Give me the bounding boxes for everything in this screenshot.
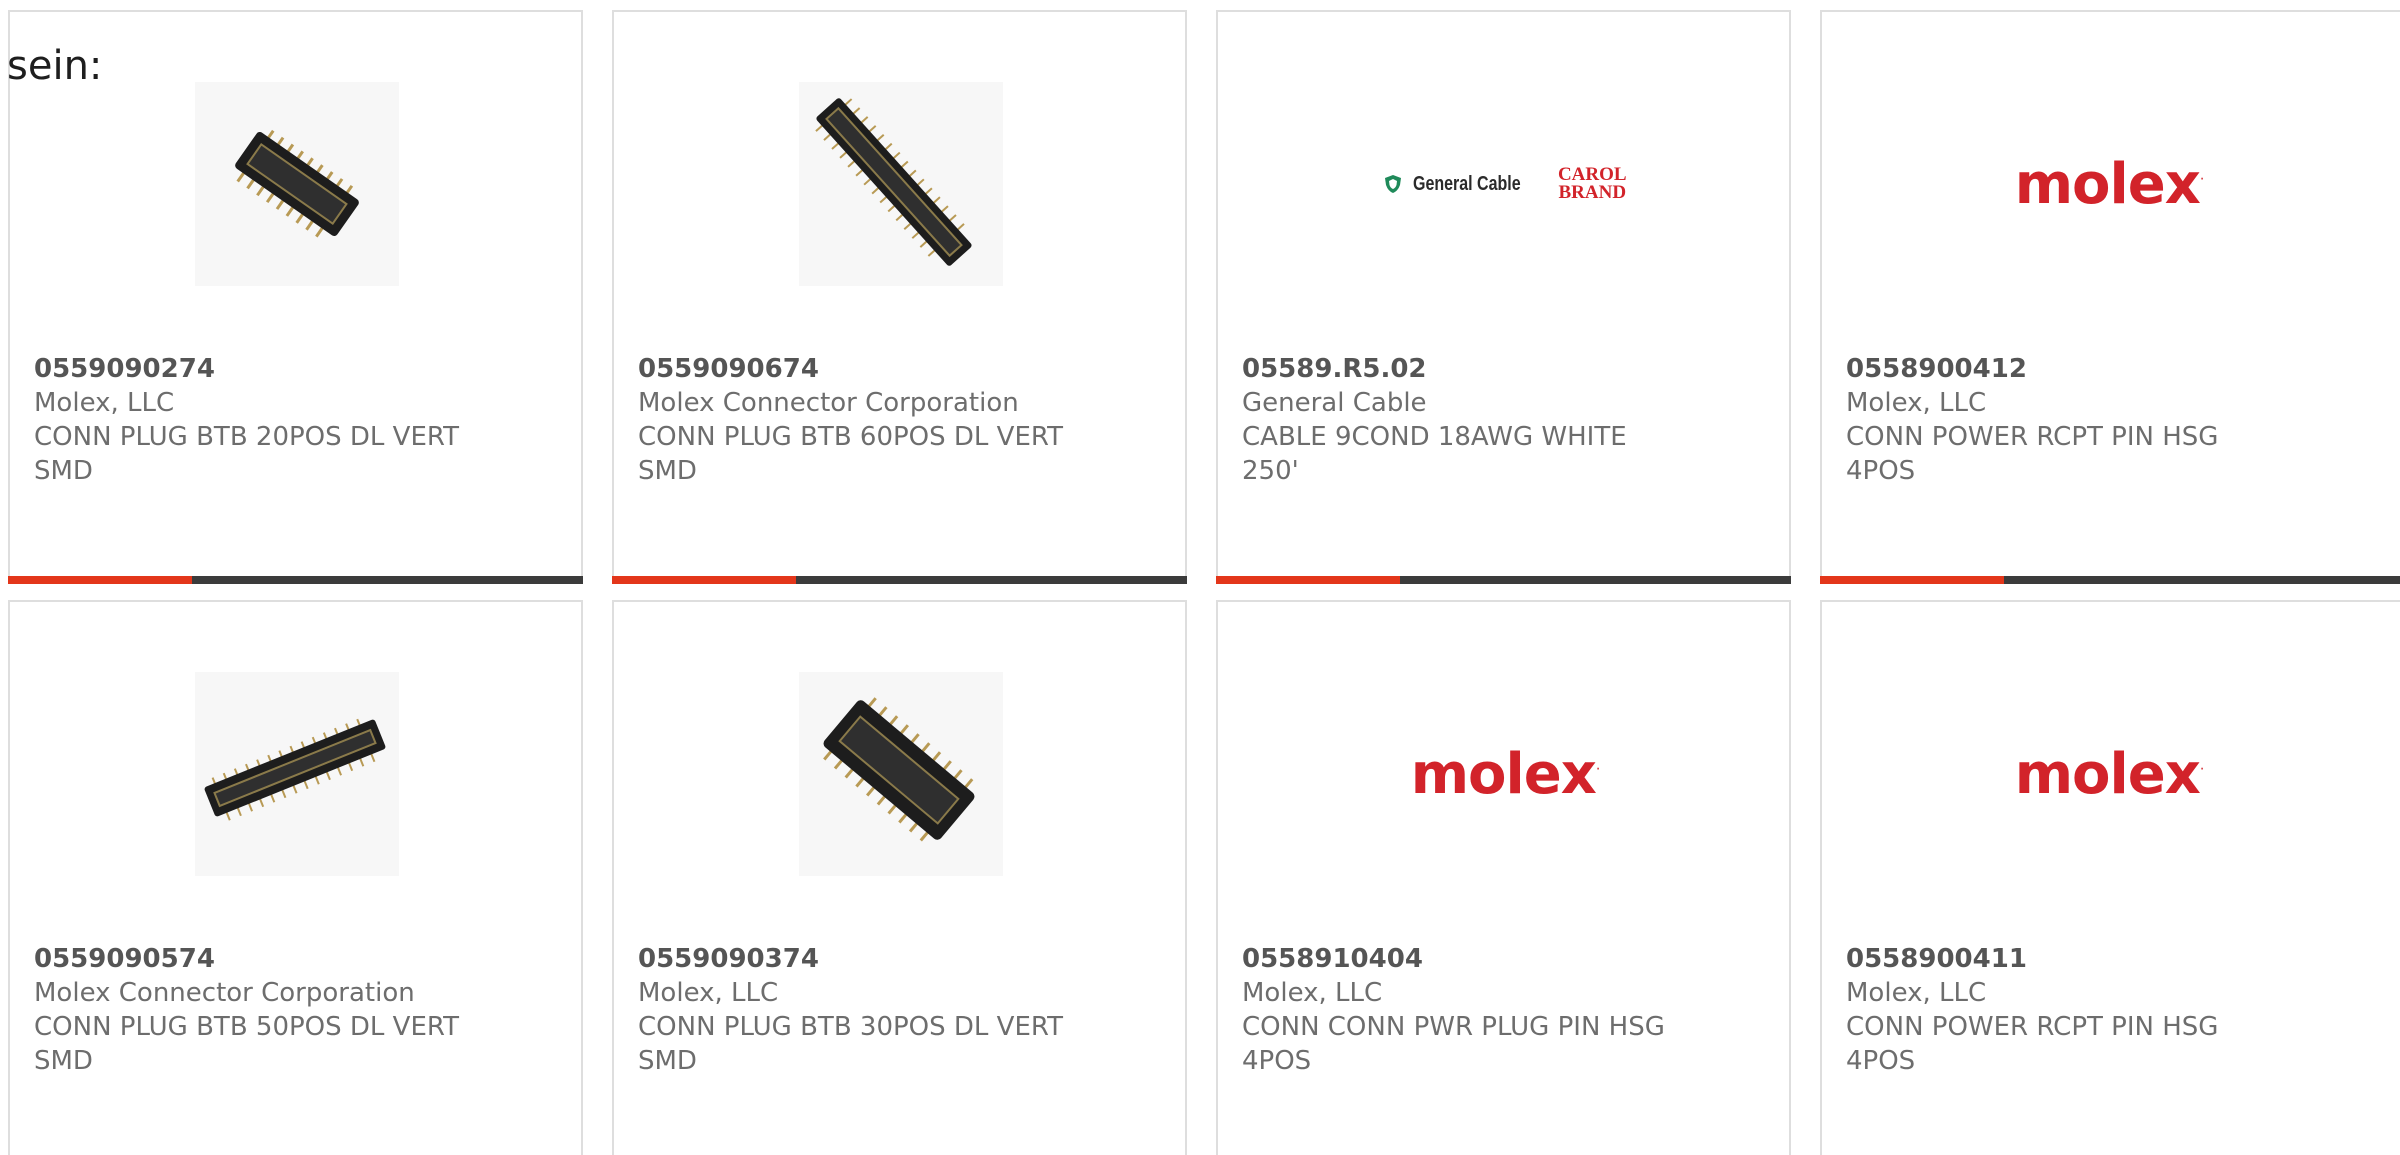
- product-card[interactable]: 0559090574 Molex Connector Corporation C…: [8, 600, 583, 1155]
- product-image[interactable]: [799, 82, 1003, 286]
- description-line: 4POS: [1846, 456, 1916, 486]
- product-image[interactable]: [195, 82, 399, 286]
- description-line: 4POS: [1846, 1046, 1916, 1076]
- product-info: 0559090274 Molex, LLC CONN PLUG BTB 20PO…: [34, 352, 494, 488]
- manufacturer: Molex, LLC: [34, 388, 175, 418]
- product-info: 0558900411 Molex, LLC CONN POWER RCPT PI…: [1846, 942, 2306, 1078]
- manufacturer: Molex, LLC: [638, 978, 779, 1008]
- product-info: 05589.R5.02 General Cable CABLE 9COND 18…: [1242, 352, 1702, 488]
- molex-logo: molex·: [2014, 741, 2205, 807]
- description: CONN POWER RCPT PIN HSG 4POS: [1846, 420, 2306, 488]
- product-info: 0558900412 Molex, LLC CONN POWER RCPT PI…: [1846, 352, 2306, 488]
- description-line: CONN PLUG BTB 20POS DL VERT: [34, 422, 459, 452]
- description-line: 4POS: [1242, 1046, 1312, 1076]
- product-image[interactable]: molex·: [2007, 672, 2211, 876]
- product-grid-page: sein: 0559090274 Molex, LLC CONN PLUG BT…: [0, 0, 2400, 1155]
- product-info: 0558910404 Molex, LLC CONN CONN PWR PLUG…: [1242, 942, 1702, 1078]
- description-line: CONN PLUG BTB 60POS DL VERT: [638, 422, 1063, 452]
- card-footer-accent: [612, 576, 796, 584]
- product-card[interactable]: General Cable CAROL BRAND 05589.R5.02 Ge…: [1216, 10, 1791, 584]
- description-line: 250': [1242, 456, 1299, 486]
- connector-60pos-image: [799, 82, 1003, 286]
- description: CONN PLUG BTB 20POS DL VERT SMD: [34, 420, 494, 488]
- logo-wordmark: General Cable: [1413, 172, 1522, 195]
- description-line: CONN CONN PWR PLUG PIN HSG: [1242, 1012, 1665, 1042]
- card-footer-bar: [1820, 576, 2400, 584]
- description-line: SMD: [34, 1046, 93, 1076]
- part-number[interactable]: 0558900412: [1846, 352, 2306, 386]
- product-info: 0559090574 Molex Connector Corporation C…: [34, 942, 494, 1078]
- description-line: CONN POWER RCPT PIN HSG: [1846, 422, 2219, 452]
- description-line: SMD: [638, 456, 697, 486]
- part-number[interactable]: 0559090574: [34, 942, 494, 976]
- product-card[interactable]: molex· 0558910404 Molex, LLC CONN CONN P…: [1216, 600, 1791, 1155]
- description-line: SMD: [34, 456, 93, 486]
- description-line: CONN PLUG BTB 50POS DL VERT: [34, 1012, 459, 1042]
- description: CONN PLUG BTB 60POS DL VERT SMD: [638, 420, 1098, 488]
- part-number[interactable]: 05589.R5.02: [1242, 352, 1702, 386]
- description: CONN CONN PWR PLUG PIN HSG 4POS: [1242, 1010, 1702, 1078]
- manufacturer: Molex, LLC: [1846, 978, 1987, 1008]
- description: CONN PLUG BTB 50POS DL VERT SMD: [34, 1010, 494, 1078]
- manufacturer: Molex, LLC: [1846, 388, 1987, 418]
- manufacturer: Molex, LLC: [1242, 978, 1383, 1008]
- connector-50pos-image: [195, 672, 399, 876]
- manufacturer: Molex Connector Corporation: [34, 978, 415, 1008]
- product-image[interactable]: [799, 672, 1003, 876]
- product-image[interactable]: General Cable CAROL BRAND: [1385, 82, 1627, 286]
- connector-30pos-image: [799, 672, 1003, 876]
- part-number[interactable]: 0559090274: [34, 352, 494, 386]
- general-cable-logo: General Cable CAROL BRAND: [1383, 164, 1627, 203]
- description-line: CONN POWER RCPT PIN HSG: [1846, 1012, 2219, 1042]
- product-card[interactable]: molex· 0558900412 Molex, LLC CONN POWER …: [1820, 10, 2400, 584]
- part-number[interactable]: 0559090674: [638, 352, 1098, 386]
- card-footer-bar: [1216, 576, 1791, 584]
- part-number[interactable]: 0559090374: [638, 942, 1098, 976]
- product-grid: 0559090274 Molex, LLC CONN PLUG BTB 20PO…: [0, 0, 2400, 1155]
- product-info: 0559090674 Molex Connector Corporation C…: [638, 352, 1098, 488]
- description: CONN POWER RCPT PIN HSG 4POS: [1846, 1010, 2306, 1078]
- card-footer-accent: [8, 576, 192, 584]
- manufacturer: General Cable: [1242, 388, 1427, 418]
- shield-icon: [1385, 175, 1402, 193]
- description-line: CABLE 9COND 18AWG WHITE: [1242, 422, 1627, 452]
- part-number[interactable]: 0558900411: [1846, 942, 2306, 976]
- card-footer-accent: [1820, 576, 2004, 584]
- product-info: 0559090374 Molex, LLC CONN PLUG BTB 30PO…: [638, 942, 1098, 1078]
- molex-logo: molex·: [1410, 741, 1601, 807]
- product-image[interactable]: [195, 672, 399, 876]
- description: CABLE 9COND 18AWG WHITE 250': [1242, 420, 1702, 488]
- description: CONN PLUG BTB 30POS DL VERT SMD: [638, 1010, 1098, 1078]
- part-number[interactable]: 0558910404: [1242, 942, 1702, 976]
- product-image[interactable]: molex·: [2007, 82, 2211, 286]
- intro-text: sein:: [7, 43, 103, 89]
- connector-20pos-image: [195, 82, 399, 286]
- card-footer-bar: [8, 576, 583, 584]
- carol-brand-mark: CAROL BRAND: [1557, 164, 1627, 203]
- description-line: SMD: [638, 1046, 697, 1076]
- product-image[interactable]: molex·: [1403, 672, 1607, 876]
- product-card[interactable]: molex· 0558900411 Molex, LLC CONN POWER …: [1820, 600, 2400, 1155]
- manufacturer: Molex Connector Corporation: [638, 388, 1019, 418]
- product-card[interactable]: 0559090274 Molex, LLC CONN PLUG BTB 20PO…: [8, 10, 583, 584]
- molex-logo: molex·: [2014, 151, 2205, 217]
- description-line: CONN PLUG BTB 30POS DL VERT: [638, 1012, 1063, 1042]
- product-card[interactable]: 0559090674 Molex Connector Corporation C…: [612, 10, 1187, 584]
- card-footer-accent: [1216, 576, 1400, 584]
- card-footer-bar: [612, 576, 1187, 584]
- product-card[interactable]: 0559090374 Molex, LLC CONN PLUG BTB 30PO…: [612, 600, 1187, 1155]
